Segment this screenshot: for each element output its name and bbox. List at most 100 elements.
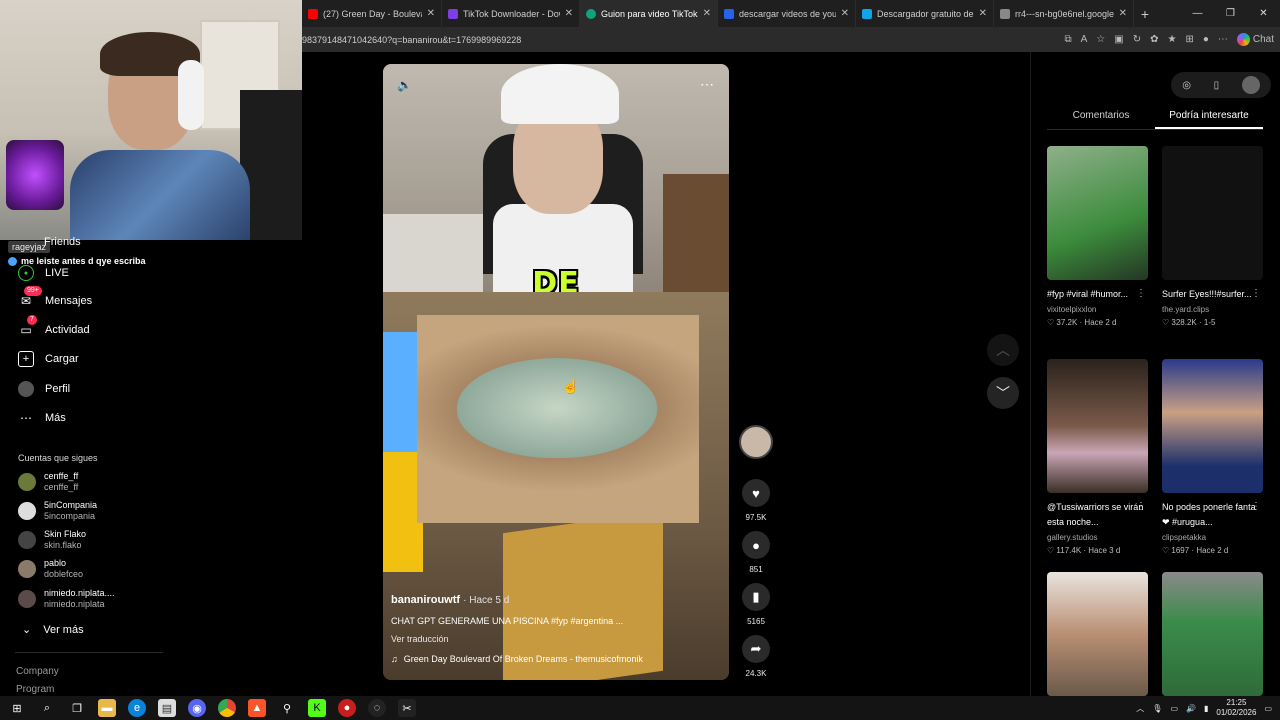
new-tab-button[interactable]: + [1134, 6, 1156, 22]
share-button[interactable]: ➦ 24.3K [741, 635, 771, 678]
sidebar-item-profile[interactable]: Perfil [18, 381, 70, 397]
chrome-icon[interactable] [218, 699, 236, 717]
recommended-video-card[interactable] [1162, 572, 1263, 696]
obs-icon[interactable]: ◌ [368, 699, 386, 717]
sidebar-item-messages[interactable]: ✉ 99+ Mensajes [18, 286, 92, 309]
program-link[interactable]: Program [16, 684, 54, 695]
volume-icon[interactable]: 🔊 [1186, 704, 1196, 713]
discord-icon[interactable]: ◉ [188, 699, 206, 717]
close-icon[interactable]: ✕ [979, 8, 987, 19]
capcut-icon[interactable]: ✂ [398, 699, 416, 717]
more-options-icon[interactable]: ⋯ [700, 76, 715, 93]
minimize-button[interactable]: — [1181, 0, 1214, 27]
following-account[interactable]: cenffe_ff cenffe_ff [18, 471, 78, 493]
user-avatar[interactable] [1241, 76, 1260, 94]
translate-icon[interactable]: A [1081, 34, 1088, 45]
maximize-button[interactable]: ❐ [1214, 0, 1247, 27]
sidebar-item-more[interactable]: ⋯ Más [18, 410, 66, 426]
company-link[interactable]: Company [16, 666, 59, 677]
mic-icon[interactable]: 🎙 [1152, 704, 1162, 713]
save-button[interactable]: ▮ 5165 [741, 583, 771, 626]
browser-tab[interactable]: TikTok Downloader - Downlo ✕ [442, 0, 580, 27]
browser-tab[interactable]: Guion para video TikTok ✕ [580, 0, 718, 27]
chevron-down-icon: ﹀ [996, 385, 1010, 401]
card-more-icon[interactable]: ⋮ [1136, 288, 1146, 299]
browser-tab[interactable]: descargar videos de youtub ✕ [718, 0, 856, 27]
battery-icon[interactable]: ▮ [1204, 704, 1208, 713]
search-icon [724, 8, 734, 19]
activity-icon: ▭ 7 [18, 315, 37, 338]
settings-more-icon[interactable]: ⋯ [1218, 34, 1228, 45]
copilot-chat-button[interactable]: Chat [1236, 33, 1274, 46]
video-player[interactable]: DE ☝ 🔈 ⋯ bananirouwtf · Hace 5 d CHAT GP… [383, 64, 729, 680]
address-bar: 98379148471042640?q=bananirou&t=17699899… [302, 27, 1280, 52]
profile-icon[interactable]: ● [1203, 34, 1209, 45]
previous-video-button[interactable]: ︿ [987, 334, 1019, 366]
following-account[interactable]: pablo doblefceo [18, 558, 83, 580]
favorite-icon[interactable]: ☆ [1096, 34, 1105, 45]
recorder-icon[interactable]: ● [338, 699, 356, 717]
card-more-icon[interactable]: ⋮ [1136, 501, 1146, 512]
phone-icon[interactable]: ▯ [1214, 80, 1220, 91]
close-icon[interactable]: ✕ [703, 8, 711, 19]
sidebar-item-activity[interactable]: ▭ 7 Actividad [18, 315, 90, 338]
sidebar-item-upload[interactable]: + Cargar [18, 351, 79, 367]
card-more-icon[interactable]: ⋮ [1251, 501, 1261, 512]
refresh-icon[interactable]: ↻ [1133, 34, 1141, 45]
compass-icon[interactable]: ◎ [1182, 80, 1191, 91]
browser-tab[interactable]: (27) Green Day - Boulevard o ✕ [302, 0, 442, 27]
notepad-icon[interactable]: ▤ [158, 699, 176, 717]
video-music[interactable]: ♫ Green Day Boulevard Of Broken Dreams -… [391, 654, 711, 664]
split-screen-icon[interactable]: ▣ [1114, 34, 1123, 45]
close-icon[interactable]: ✕ [427, 8, 435, 19]
creator-avatar[interactable] [739, 425, 773, 459]
sidebar-item-friends[interactable]: Friends [44, 236, 81, 248]
chevron-up-icon[interactable]: ︿ [1136, 703, 1144, 714]
windows-start-icon[interactable]: ⊞ [8, 699, 26, 717]
url-field[interactable]: 98379148471042640?q=bananirou&t=17699899… [302, 35, 1022, 45]
magnifier-icon[interactable]: ⚲ [278, 699, 296, 717]
close-icon[interactable]: ✕ [1119, 8, 1127, 19]
recommended-video-card[interactable] [1047, 572, 1148, 696]
open-app-icon[interactable]: ⧉ [1064, 34, 1071, 45]
volume-icon[interactable]: 🔈 [397, 78, 413, 94]
recommended-video-card[interactable]: No podes ponerle fanta❤ #urugua... ⋮ cli… [1162, 359, 1263, 555]
card-author: vixitoelpixxlon [1047, 305, 1097, 314]
close-icon[interactable]: ✕ [841, 8, 849, 19]
search-icon[interactable]: ⌕ [38, 699, 56, 717]
taskbar-clock[interactable]: 21:25 01/02/2026 [1216, 698, 1256, 718]
browser-tabbar: (27) Green Day - Boulevard o ✕ TikTok Do… [302, 0, 1280, 27]
recommended-video-card[interactable]: Surfer Eyes!!!#surfer... ⋮ the.yard.clip… [1162, 146, 1263, 327]
recommended-video-card[interactable]: #fyp #viral #humor... ⋮ vixitoelpixxlon … [1047, 146, 1148, 327]
next-video-button[interactable]: ﹀ [987, 377, 1019, 409]
edge-icon[interactable]: e [128, 699, 146, 717]
video-author[interactable]: bananirouwtf · Hace 5 d [391, 594, 711, 606]
favorites-icon[interactable]: ★ [1167, 34, 1176, 45]
close-icon[interactable]: ✕ [565, 8, 573, 19]
recommended-video-card[interactable]: @Tussiwarriors se virán esta noche... ⋮ … [1047, 359, 1148, 555]
sidebar-item-live[interactable]: ● LIVE [18, 265, 69, 281]
following-account[interactable]: nimiedo.niplata.... nimiedo.niplata [18, 588, 115, 610]
kick-icon[interactable]: K [308, 699, 326, 717]
task-view-icon[interactable]: ❐ [68, 699, 86, 717]
like-button[interactable]: ♥ 97.5K [741, 479, 771, 522]
collections-icon[interactable]: ⊞ [1185, 34, 1193, 45]
file-explorer-icon[interactable]: ▬ [98, 699, 116, 717]
close-window-button[interactable]: ✕ [1247, 0, 1280, 27]
card-more-icon[interactable]: ⋮ [1251, 288, 1261, 299]
network-icon[interactable]: ▭ [1170, 704, 1178, 713]
panel-tools: ◎ ▯ [1171, 72, 1271, 98]
see-more-button[interactable]: ⌄ Ver más [22, 623, 84, 637]
tab-comments[interactable]: Comentarios [1047, 110, 1155, 129]
brave-icon[interactable]: ▲ [248, 699, 266, 717]
browser-tab[interactable]: rr4---sn-bg0e6nel.googlevid ✕ [994, 0, 1134, 27]
following-account[interactable]: Skin Flako skin.flako [18, 529, 86, 551]
tab-recommended[interactable]: Podría interesarte [1155, 110, 1263, 129]
translate-link[interactable]: Ver traducción [391, 634, 711, 644]
save-count: 5165 [747, 617, 765, 626]
following-account[interactable]: 5inCompania 5incompania [18, 500, 97, 522]
extensions-icon[interactable]: ✿ [1150, 34, 1158, 45]
comment-button[interactable]: ● 851 [741, 531, 771, 574]
notification-icon[interactable]: ▭ [1264, 704, 1272, 713]
browser-tab[interactable]: Descargador gratuito de vid ✕ [856, 0, 994, 27]
